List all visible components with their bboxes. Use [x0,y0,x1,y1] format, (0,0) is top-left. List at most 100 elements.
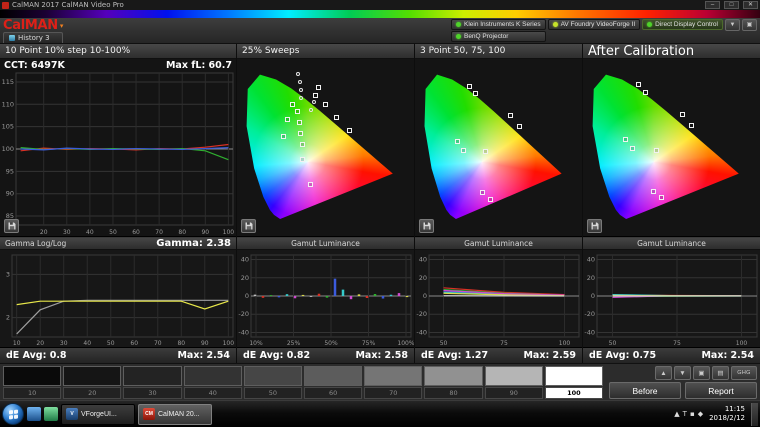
level-cell[interactable]: 90 [485,387,543,399]
dropdown-mini-button[interactable]: ▼ [725,19,740,31]
floppy-disk-icon [7,221,17,231]
level-cell[interactable]: 100 [545,387,603,399]
de-avg: dE Avg: 0.75 [589,350,656,361]
show-desktop-button[interactable] [751,403,758,426]
de-max: Max: 2.58 [355,350,408,361]
level-cell[interactable]: 50 [244,387,302,399]
windows-logo-icon [9,409,18,419]
up-arrow-button[interactable]: ▲ [655,366,672,380]
lower-chart-title: Gamut Luminance [464,239,533,248]
svg-text:10: 10 [13,340,21,347]
measurement-marker [651,189,656,194]
svg-text:-40: -40 [416,328,427,336]
maximize-button[interactable]: □ [724,1,739,9]
measurement-marker [473,91,478,96]
meter-device-button[interactable]: Klein Instruments K Series [451,19,546,30]
de-avg: dE Avg: 1.27 [421,350,488,361]
save-chart-button[interactable] [241,219,256,233]
measurement-marker [323,102,328,107]
save-chart-button[interactable] [419,219,434,233]
level-cell[interactable]: 10 [3,387,61,399]
measurement-marker [285,117,290,122]
panel-title-bar[interactable]: 3 Point 50, 75, 100 [415,44,582,59]
taskbar-clock[interactable]: 11:15 2018/2/12 [707,405,747,424]
calman-logo[interactable]: CalMAN [3,19,58,32]
layout-mini-button[interactable]: ▣ [742,19,757,31]
logo-block: CalMAN ▾ History 3 [3,19,63,43]
ghg-button[interactable]: GHG [731,366,757,380]
gray-patch[interactable] [424,366,482,386]
level-cell[interactable]: 20 [63,387,121,399]
print-button[interactable]: ▤ [712,366,729,380]
pattern-strip: 102030405060708090100 ▲▼▣▤GHG Before Rep… [0,363,760,400]
display-device-button[interactable]: BenQ Projector [451,31,546,42]
pattern-generator-button[interactable]: AV Foundry VideoForge II [548,19,641,30]
level-cell[interactable]: 70 [364,387,422,399]
taskbar-app-calman[interactable]: CM CalMAN 20... [138,404,212,425]
measurement-marker [689,123,694,128]
gray-patch[interactable] [3,366,61,386]
level-cell[interactable]: 40 [184,387,242,399]
gray-patch[interactable] [184,366,242,386]
tray-status-icon[interactable]: ▪ [690,410,695,418]
tray-network-icon[interactable]: ◆ [698,410,703,418]
svg-text:0: 0 [245,292,249,300]
gray-patch[interactable] [244,366,302,386]
svg-text:-20: -20 [416,310,427,318]
minimize-button[interactable]: – [705,1,720,9]
input-language-indicator[interactable]: T [683,410,687,418]
quick-launch-icon[interactable] [44,407,58,421]
close-button[interactable]: ✕ [743,1,758,9]
level-cell[interactable]: 60 [304,387,362,399]
gray-patch[interactable] [364,366,422,386]
hidden-icons-chevron[interactable]: ▲ [674,410,679,418]
panel-title-bar[interactable]: After Calibration [583,44,760,59]
spectrum-banner [0,10,760,18]
measurement-marker [299,96,303,100]
tab-history-3[interactable]: History 3 [3,32,63,43]
panel-title: 25% Sweeps [242,46,299,56]
svg-text:-40: -40 [238,328,249,336]
svg-text:100: 100 [2,145,14,153]
title-bar[interactable]: CalMAN 2017 CalMAN Video Pro – □ ✕ [0,0,760,10]
de-avg: dE Avg: 0.8 [6,350,67,361]
save-chart-button[interactable] [587,219,602,233]
level-cell[interactable]: 80 [424,387,482,399]
history-tab-label: History 3 [18,34,50,42]
panel-3-point: 3 Point 50, 75, 100 Gamut Luminance [415,44,583,363]
chevron-down-icon[interactable]: ▾ [60,22,64,30]
measurement-marker [300,157,305,162]
gray-patch[interactable] [123,366,181,386]
direct-display-control-button[interactable]: Direct Display Control [642,19,723,30]
measurement-marker [297,120,302,125]
window-title: CalMAN 2017 CalMAN Video Pro [12,1,701,9]
panel-title-bar[interactable]: 10 Point 10% step 10-100% [0,44,236,59]
down-arrow-button[interactable]: ▼ [674,366,691,380]
panel-title-bar[interactable]: 25% Sweeps [237,44,414,59]
svg-text:20: 20 [40,229,48,236]
floppy-disk-icon [590,221,600,231]
level-cell[interactable]: 30 [123,387,181,399]
cie-chart-after [583,59,760,237]
gray-patch[interactable] [304,366,362,386]
svg-text:100: 100 [559,340,571,347]
measurement-marker [680,112,685,117]
svg-text:3: 3 [6,270,10,278]
gray-patch[interactable] [63,366,121,386]
gray-patch[interactable] [485,366,543,386]
device-label: AV Foundry VideoForge II [561,21,636,28]
quick-launch-icon[interactable] [27,407,41,421]
start-button[interactable] [2,403,24,425]
rgb-balance-chart: CCT: 6497K Max fL: 60.7 1151101051009590… [0,59,236,237]
lower-chart-title: Gamma Log/Log [5,239,66,248]
pattern-controls: ▲▼▣▤GHG Before Report [609,366,757,399]
taskbar-app-vforgeui[interactable]: V VForgeUI... [61,404,135,425]
layout-button[interactable]: ▣ [693,366,710,380]
gray-patch[interactable] [545,366,603,386]
de-max: Max: 2.54 [177,350,230,361]
taskbar-app-label: VForgeUI... [81,411,117,418]
save-chart-button[interactable] [4,219,19,233]
svg-text:50%: 50% [324,340,338,347]
report-button[interactable]: Report [685,382,757,399]
before-button[interactable]: Before [609,382,681,399]
